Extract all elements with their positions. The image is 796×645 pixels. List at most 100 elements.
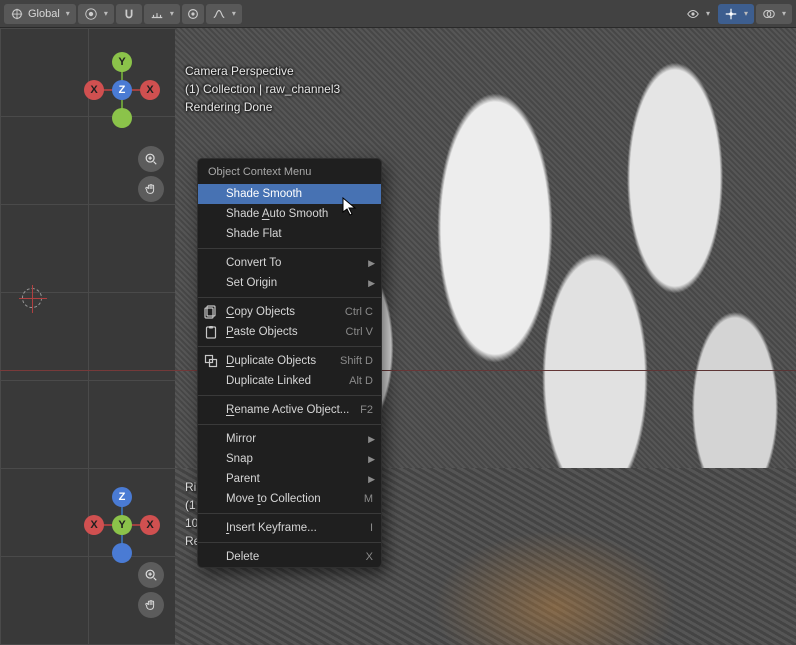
menu-item-label: Parent	[226, 473, 373, 485]
viewport-status-top: Camera Perspective (1) Collection | raw_…	[185, 62, 340, 116]
copy-icon	[204, 305, 218, 319]
menu-item-label: Delete	[226, 551, 366, 563]
header-right-group: ▾ ▾ ▾	[680, 4, 792, 24]
menu-item-shortcut: Ctrl C	[345, 306, 373, 318]
menu-item-set-origin[interactable]: Set Origin▶	[198, 273, 381, 293]
menu-item-label: Duplicate Linked	[226, 375, 349, 387]
gizmo-toggle-icon	[724, 7, 738, 21]
menu-item-paste-objects[interactable]: Paste ObjectsCtrl V	[198, 322, 381, 342]
axis-x-neg[interactable]: X	[84, 515, 104, 535]
menu-item-label: Set Origin	[226, 277, 373, 289]
gizmos-dropdown[interactable]: ▾	[718, 4, 754, 24]
axis-z-neg[interactable]	[112, 543, 132, 563]
axis-x-pos[interactable]: X	[140, 80, 160, 100]
menu-item-label: Shade Flat	[226, 228, 373, 240]
proportional-toggle[interactable]	[182, 4, 204, 24]
menu-item-shade-auto-smooth[interactable]: Shade Auto Smooth	[198, 204, 381, 224]
menu-item-parent[interactable]: Parent▶	[198, 469, 381, 489]
zoom-button[interactable]	[138, 146, 164, 172]
overlays-dropdown[interactable]: ▾	[756, 4, 792, 24]
pan-button[interactable]	[138, 592, 164, 618]
menu-item-snap[interactable]: Snap▶	[198, 449, 381, 469]
axis-x-neg[interactable]: X	[84, 80, 104, 100]
magnify-plus-icon	[144, 152, 158, 166]
menu-item-label: Shade Smooth	[226, 188, 373, 200]
menu-separator	[198, 424, 381, 425]
menu-item-label: Shade Auto Smooth	[226, 208, 373, 220]
menu-item-shortcut: Ctrl V	[346, 326, 374, 338]
axis-z[interactable]: Z	[112, 80, 132, 100]
cursor-3d-icon	[22, 288, 42, 308]
falloff-dropdown[interactable]: ▾	[206, 4, 242, 24]
header-left-group: Global ▾ ▾ ▾ ▾	[4, 4, 242, 24]
menu-separator	[198, 248, 381, 249]
menu-separator	[198, 346, 381, 347]
menu-item-shortcut: Alt D	[349, 375, 373, 387]
nav-gizmo-bottom[interactable]: X X Z Y	[82, 485, 162, 565]
menu-item-shortcut: Shift D	[340, 355, 373, 367]
magnify-plus-icon	[144, 568, 158, 582]
status-line: (1) Collection | raw_channel3	[185, 80, 340, 98]
axis-z-pos[interactable]: Z	[112, 487, 132, 507]
menu-separator	[198, 395, 381, 396]
nav-gizmo-top[interactable]: X X Y Z	[82, 50, 162, 130]
chevron-down-icon: ▾	[706, 9, 710, 18]
pivot-icon	[84, 7, 98, 21]
orientation-icon	[10, 7, 24, 21]
horizon-line	[0, 370, 796, 371]
axis-y-neg[interactable]	[112, 108, 132, 128]
hand-icon	[144, 182, 158, 196]
overlays-icon	[762, 7, 776, 21]
submenu-arrow-icon: ▶	[368, 278, 375, 289]
header-toolbar: Global ▾ ▾ ▾ ▾ ▾ ▾	[0, 0, 796, 28]
menu-item-label: Mirror	[226, 433, 373, 445]
status-line: Camera Perspective	[185, 62, 340, 80]
orientation-label: Global	[28, 8, 60, 20]
menu-item-label: Rename Active Object...	[226, 404, 360, 416]
menu-item-delete[interactable]: DeleteX	[198, 547, 381, 567]
menu-item-label: Duplicate Objects	[226, 355, 340, 367]
menu-item-label: Convert To	[226, 257, 373, 269]
chevron-down-icon: ▾	[170, 9, 174, 18]
menu-separator	[198, 513, 381, 514]
visibility-dropdown[interactable]: ▾	[680, 4, 716, 24]
zoom-button[interactable]	[138, 562, 164, 588]
duplicate-icon	[204, 354, 218, 368]
pivot-dropdown[interactable]: ▾	[78, 4, 114, 24]
orientation-dropdown[interactable]: Global ▾	[4, 4, 76, 24]
hand-icon	[144, 598, 158, 612]
chevron-down-icon: ▾	[66, 9, 70, 18]
menu-item-mirror[interactable]: Mirror▶	[198, 429, 381, 449]
pan-button[interactable]	[138, 176, 164, 202]
proportional-icon	[186, 7, 200, 21]
menu-separator	[198, 542, 381, 543]
axis-y[interactable]: Y	[112, 515, 132, 535]
snap-mode-dropdown[interactable]: ▾	[144, 4, 180, 24]
object-context-menu: Object Context Menu Shade Smooth Shade Au…	[197, 158, 382, 568]
menu-item-insert-keyframe[interactable]: Insert Keyframe...I	[198, 518, 381, 538]
chevron-down-icon: ▾	[232, 9, 236, 18]
axis-y-pos[interactable]: Y	[112, 52, 132, 72]
menu-item-duplicate-linked[interactable]: Duplicate LinkedAlt D	[198, 371, 381, 391]
menu-item-shortcut: I	[370, 522, 373, 534]
snap-increment-icon	[150, 7, 164, 21]
menu-item-shade-flat[interactable]: Shade Flat	[198, 224, 381, 244]
menu-item-label: Insert Keyframe...	[226, 522, 370, 534]
menu-item-duplicate-objects[interactable]: Duplicate ObjectsShift D	[198, 351, 381, 371]
menu-separator	[198, 297, 381, 298]
menu-item-label: Paste Objects	[226, 326, 346, 338]
eye-icon	[686, 7, 700, 21]
axis-x-pos[interactable]: X	[140, 515, 160, 535]
menu-item-label: Copy Objects	[226, 306, 345, 318]
snap-toggle[interactable]	[116, 4, 142, 24]
status-line: Rendering Done	[185, 98, 340, 116]
menu-item-label: Move to Collection	[226, 493, 364, 505]
menu-item-move-to-collection[interactable]: Move to CollectionM	[198, 489, 381, 509]
chevron-down-icon: ▾	[782, 9, 786, 18]
submenu-arrow-icon: ▶	[368, 474, 375, 485]
menu-item-rename-active-object[interactable]: Rename Active Object...F2	[198, 400, 381, 420]
menu-item-convert-to[interactable]: Convert To▶	[198, 253, 381, 273]
menu-item-shade-smooth[interactable]: Shade Smooth	[198, 184, 381, 204]
context-menu-title: Object Context Menu	[198, 159, 381, 184]
menu-item-copy-objects[interactable]: Copy ObjectsCtrl C	[198, 302, 381, 322]
